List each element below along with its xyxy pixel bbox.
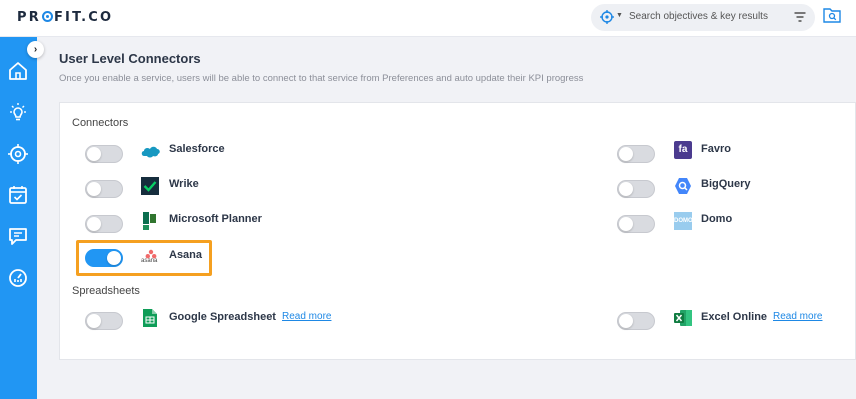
folder-search-icon[interactable] [823, 7, 841, 23]
target-icon[interactable] [6, 142, 30, 166]
toggle-knob [619, 182, 633, 196]
excel-online-label: Excel Online [701, 311, 768, 323]
toggle-knob [619, 147, 633, 161]
toggle-knob [87, 147, 101, 161]
excel-logo-icon [674, 310, 692, 326]
spreadsheets-section-label: Spreadsheets [72, 285, 140, 297]
wrike-toggle[interactable] [85, 180, 123, 198]
excel-online-read-more-link[interactable]: Read more [773, 311, 822, 322]
bigquery-label: BigQuery [701, 178, 751, 190]
microsoft-planner-logo-icon [143, 212, 156, 230]
dashboard-icon[interactable] [6, 266, 30, 290]
excel-online-toggle[interactable] [617, 312, 655, 330]
chevron-right-icon: › [33, 44, 38, 55]
bigquery-logo-icon [675, 178, 691, 194]
microsoft-planner-toggle[interactable] [85, 215, 123, 233]
toggle-knob [619, 217, 633, 231]
toggle-knob [87, 217, 101, 231]
calendar-check-icon[interactable] [6, 183, 30, 207]
sidebar [0, 37, 37, 399]
domo-toggle[interactable] [617, 215, 655, 233]
page-subtitle: Once you enable a service, users will be… [59, 73, 584, 84]
microsoft-planner-label: Microsoft Planner [169, 213, 262, 225]
google-sheets-logo-icon [143, 309, 157, 327]
search-scope-dropdown[interactable]: ▼ [600, 10, 623, 25]
asana-logo-icon: asana [140, 249, 162, 265]
wrike-logo-icon [141, 177, 159, 195]
home-icon[interactable] [6, 59, 30, 83]
target-scope-icon [600, 10, 614, 24]
chat-icon[interactable] [6, 224, 30, 248]
top-bar: PR FIT.CO ▼ Search objectives & key resul… [0, 0, 856, 37]
wrike-label: Wrike [169, 178, 199, 190]
toggle-knob [619, 314, 633, 328]
domo-label: Domo [701, 213, 733, 225]
chevron-down-icon: ▼ [616, 12, 623, 19]
toggle-knob [107, 251, 121, 265]
search-bar[interactable]: ▼ Search objectives & key results [591, 4, 815, 31]
brand-logo[interactable]: PR FIT.CO [17, 10, 113, 25]
salesforce-logo-icon [141, 146, 160, 158]
google-spreadsheet-label: Google Spreadsheet [169, 311, 276, 323]
salesforce-label: Salesforce [169, 143, 225, 155]
bigquery-toggle[interactable] [617, 180, 655, 198]
logo-target-icon [41, 11, 53, 22]
google-spreadsheet-read-more-link[interactable]: Read more [282, 311, 331, 322]
domo-logo-icon: DOMO [674, 212, 693, 230]
connectors-section-label: Connectors [72, 117, 129, 129]
search-input[interactable]: Search objectives & key results [629, 11, 768, 22]
filter-icon[interactable] [794, 11, 806, 23]
favro-logo-icon: fa [674, 141, 692, 159]
bulb-icon[interactable] [6, 100, 30, 124]
favro-label: Favro [701, 143, 731, 155]
google-spreadsheet-toggle[interactable] [85, 312, 123, 330]
toggle-knob [87, 182, 101, 196]
sidebar-expand-button[interactable]: › [27, 41, 44, 58]
salesforce-toggle[interactable] [85, 145, 123, 163]
asana-toggle[interactable] [85, 249, 123, 267]
page-title: User Level Connectors [59, 51, 201, 66]
toggle-knob [87, 314, 101, 328]
favro-toggle[interactable] [617, 145, 655, 163]
asana-label: Asana [169, 249, 203, 261]
